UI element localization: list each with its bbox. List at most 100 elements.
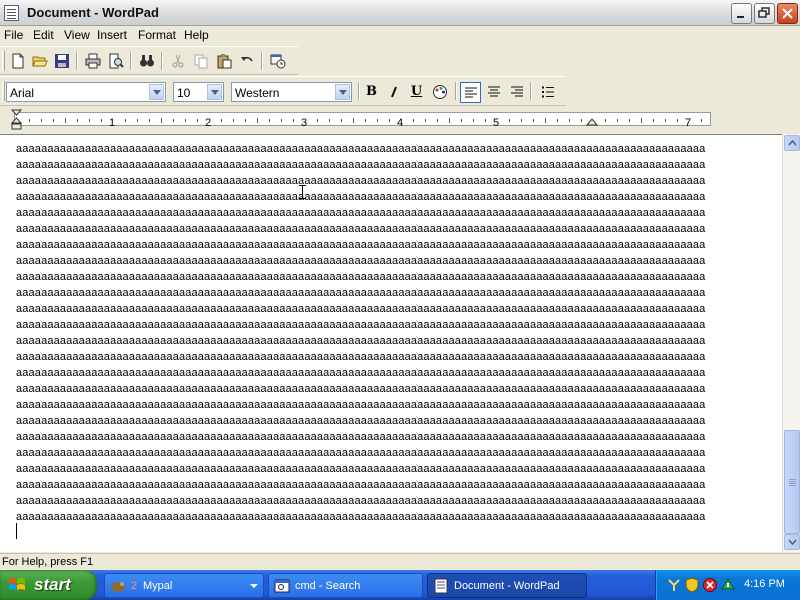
ruler-tick: [317, 119, 318, 122]
align-left-button[interactable]: [460, 82, 481, 103]
save-button[interactable]: [52, 51, 72, 71]
menu-view[interactable]: View: [64, 28, 90, 42]
ruler-tick: [485, 119, 486, 122]
color-button[interactable]: [429, 82, 450, 103]
print-button[interactable]: [83, 51, 103, 71]
minimize-icon: [737, 16, 744, 18]
ruler-tick: [425, 119, 426, 122]
ruler[interactable]: 1 2 3 4 5 7: [0, 107, 800, 132]
ruler-number: 5: [493, 117, 500, 129]
menu-edit[interactable]: Edit: [33, 28, 54, 42]
find-button[interactable]: [137, 51, 157, 71]
date-time-icon: [270, 54, 286, 69]
undo-button[interactable]: [237, 51, 257, 71]
document-text[interactable]: aaaaaaaaaaaaaaaaaaaaaaaaaaaaaaaaaaaaaaaa…: [16, 141, 722, 525]
toolbar-grip[interactable]: [2, 81, 5, 101]
ruler-tick: [413, 119, 414, 122]
chevron-down-icon[interactable]: [149, 84, 164, 100]
start-label: start: [34, 575, 71, 594]
scissors-icon: [172, 54, 184, 68]
start-button[interactable]: start: [0, 570, 97, 600]
ruler-tick: [449, 118, 450, 123]
right-indent-marker-icon[interactable]: [586, 117, 598, 126]
text-caret: [16, 523, 17, 539]
align-center-icon: [487, 86, 500, 97]
script-select[interactable]: Western: [231, 82, 352, 102]
underline-button[interactable]: U: [406, 82, 427, 103]
scroll-down-button[interactable]: [784, 534, 800, 550]
search-window-icon: [274, 579, 290, 593]
toolbar-separator: [76, 52, 78, 70]
ruler-number: 1: [109, 117, 116, 129]
bold-button[interactable]: B: [361, 82, 382, 103]
ruler-tick: [665, 119, 666, 122]
print-preview-button[interactable]: [106, 51, 126, 71]
align-right-button[interactable]: [506, 82, 527, 103]
cut-button[interactable]: [168, 51, 188, 71]
taskbar: start 2 Mypal cmd - Search Document - Wo…: [0, 570, 800, 600]
close-button[interactable]: [777, 3, 798, 24]
font-size-select[interactable]: 10: [173, 82, 224, 102]
font-select[interactable]: Arial: [6, 82, 166, 102]
ruler-tick: [509, 119, 510, 122]
open-button[interactable]: [30, 51, 50, 71]
copy-button[interactable]: [191, 51, 211, 71]
task-label: Document - WordPad: [454, 580, 560, 592]
font-name-value: Arial: [10, 86, 35, 100]
paste-button[interactable]: [214, 51, 234, 71]
ruler-tick: [101, 119, 102, 122]
network-icon: [668, 579, 680, 591]
toolbar-separator: [161, 52, 163, 70]
scrollbar-thumb[interactable]: [784, 430, 800, 534]
italic-icon: [390, 86, 397, 98]
taskbar-item-wordpad[interactable]: Document - WordPad: [427, 573, 587, 598]
ruler-bar[interactable]: 1 2 3 4 5 7: [14, 112, 711, 129]
new-button[interactable]: [8, 51, 28, 71]
vertical-scrollbar[interactable]: [782, 134, 800, 552]
alert-shield-icon: [703, 578, 717, 592]
ruler-tick: [293, 119, 294, 122]
ruler-number: 2: [205, 117, 212, 129]
align-center-button[interactable]: [483, 82, 504, 103]
color-palette-icon: [432, 85, 447, 99]
menu-file[interactable]: File: [4, 28, 23, 42]
ruler-tick: [245, 119, 246, 122]
status-bar: For Help, press F1: [0, 553, 800, 570]
ruler-tick: [197, 119, 198, 122]
print-preview-icon: [109, 53, 124, 69]
left-indent-marker-icon[interactable]: [10, 109, 24, 131]
ruler-tick: [149, 119, 150, 122]
menu-help[interactable]: Help: [184, 28, 209, 42]
toolbar-grip[interactable]: [2, 51, 5, 71]
title-bar[interactable]: Document - WordPad: [0, 0, 800, 26]
ruler-tick: [125, 119, 126, 122]
chevron-down-icon[interactable]: [335, 84, 350, 100]
mypal-browser-icon: [111, 582, 125, 592]
document-editor[interactable]: aaaaaaaaaaaaaaaaaaaaaaaaaaaaaaaaaaaaaaaa…: [0, 134, 782, 552]
scroll-up-button[interactable]: [784, 135, 800, 151]
chevron-down-icon[interactable]: [207, 84, 222, 100]
menu-insert[interactable]: Insert: [97, 28, 127, 42]
clock[interactable]: 4:16 PM: [744, 578, 785, 590]
toolbar-separator: [261, 52, 263, 70]
ruler-tick: [677, 119, 678, 122]
ruler-tick: [605, 119, 606, 122]
ruler-tick: [53, 119, 54, 122]
ruler-tick: [629, 119, 630, 122]
toolbar-separator: [130, 52, 132, 70]
menu-format[interactable]: Format: [138, 28, 176, 42]
restore-button[interactable]: [754, 3, 775, 24]
italic-button[interactable]: [383, 82, 404, 103]
bullets-button[interactable]: [537, 82, 558, 103]
ruler-tick: [65, 118, 66, 123]
taskbar-item-cmd-search[interactable]: cmd - Search: [268, 573, 423, 598]
minimize-button[interactable]: [731, 3, 752, 24]
ruler-tick: [41, 119, 42, 122]
binoculars-icon: [140, 55, 154, 67]
wordpad-app-icon[interactable]: [4, 5, 19, 21]
ruler-tick: [473, 119, 474, 122]
ruler-tick: [521, 119, 522, 122]
i-beam-cursor-icon: [299, 185, 306, 199]
date-time-button[interactable]: [268, 51, 288, 71]
taskbar-item-mypal[interactable]: 2 Mypal: [104, 573, 264, 598]
